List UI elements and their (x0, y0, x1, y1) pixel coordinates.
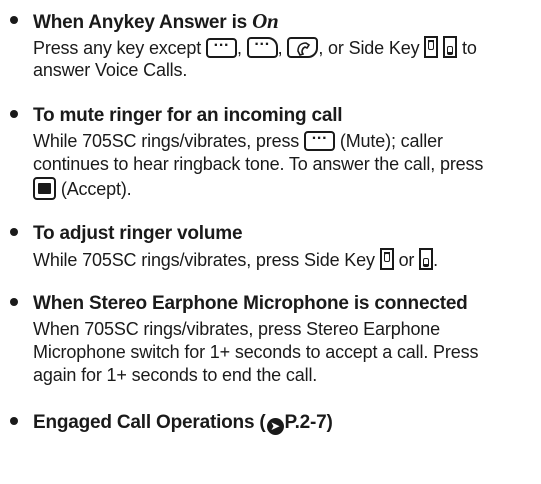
body-line: answer Voice Calls. (33, 59, 187, 82)
body-text: , (236, 38, 247, 58)
item-heading: When Stereo Earphone Microphone is conne… (33, 293, 468, 314)
side-key-up-icon (424, 36, 439, 58)
item-heading: To adjust ringer volume (33, 223, 243, 244)
body-text: or (393, 250, 420, 270)
item-heading: When Anykey Answer is On (33, 10, 279, 34)
soft-key-left-icon (205, 36, 237, 58)
body-text: While 705SC rings/vibrates, press (33, 131, 305, 151)
side-key-down-icon (419, 248, 434, 270)
body-text: , (277, 38, 288, 58)
bullet-icon (10, 417, 18, 425)
body-text: When 705SC rings/vibrates, press Stereo … (33, 319, 441, 339)
end-key-icon (287, 37, 319, 58)
body-text: , or Side Key (318, 38, 425, 58)
bullet-icon (10, 298, 18, 306)
body-text: answer Voice Calls. (33, 60, 188, 80)
body-text: continues to hear ringback tone. To answ… (33, 154, 484, 174)
heading-emphasis: On (252, 9, 279, 33)
side-key-up-icon (379, 248, 394, 270)
arrow-reference-icon: ➤ (266, 418, 284, 435)
body-line: (Accept). (33, 177, 132, 201)
body-text: Press any key except (33, 38, 206, 58)
center-key-icon (33, 177, 56, 200)
bullet-icon (10, 110, 18, 118)
item-heading: Engaged Call Operations (➤ P.2-7) (33, 411, 333, 435)
body-text: (Accept). (56, 179, 132, 199)
body-line: Microphone switch for 1+ seconds to acce… (33, 341, 478, 364)
body-line: Press any key except , , , or Side Key t… (33, 35, 477, 60)
soft-key-right-icon (246, 35, 278, 58)
heading-text: Engaged Call Operations ( (33, 412, 266, 433)
body-text: again for 1+ seconds to end the call. (33, 365, 318, 385)
heading-text: ) (326, 412, 333, 433)
body-text: While 705SC rings/vibrates, press Side K… (33, 250, 380, 270)
bullet-icon (10, 16, 18, 24)
body-text: to (457, 38, 477, 58)
heading-text: When Anykey Answer is (33, 12, 253, 33)
side-key-down-icon (443, 36, 458, 58)
page-reference[interactable]: P.2-7 (285, 412, 327, 433)
bullet-icon (10, 228, 18, 236)
body-text: . (433, 250, 438, 270)
body-text: Microphone switch for 1+ seconds to acce… (33, 342, 479, 362)
body-line: While 705SC rings/vibrates, press (Mute)… (33, 129, 443, 153)
body-line: While 705SC rings/vibrates, press Side K… (33, 248, 438, 272)
body-line: When 705SC rings/vibrates, press Stereo … (33, 318, 440, 341)
item-heading: To mute ringer for an incoming call (33, 105, 343, 126)
soft-key-left-icon (304, 129, 336, 151)
body-line: continues to hear ringback tone. To answ… (33, 153, 483, 176)
body-text: (Mute); caller (335, 131, 443, 151)
body-line: again for 1+ seconds to end the call. (33, 364, 317, 387)
